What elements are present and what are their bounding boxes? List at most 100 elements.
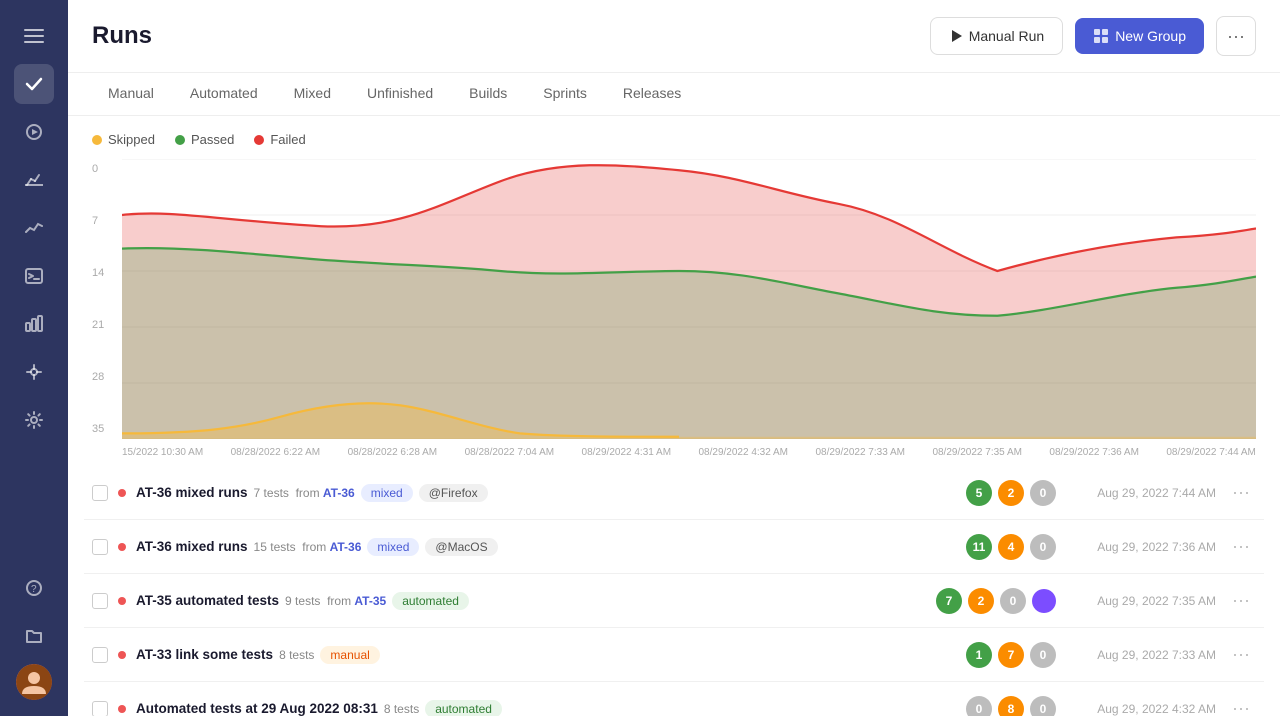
more-icon: ··· xyxy=(1227,26,1245,47)
run-more-button[interactable]: ··· xyxy=(1226,532,1256,561)
sidebar-item-settings[interactable] xyxy=(14,400,54,440)
run-info: AT-36 mixed runs 15 tests from AT-36 mix… xyxy=(136,538,956,556)
sidebar-item-trends[interactable] xyxy=(14,208,54,248)
chart-legend: Skipped Passed Failed xyxy=(92,132,1256,147)
avatar-sm xyxy=(1032,589,1056,613)
sidebar-item-terminal[interactable] xyxy=(14,256,54,296)
run-meta: 15 tests from AT-36 xyxy=(254,540,362,554)
run-tag: automated xyxy=(425,700,502,716)
sidebar-item-help[interactable]: ? xyxy=(14,568,54,608)
badge-skipped: 0 xyxy=(1030,534,1056,560)
badge-skipped: 0 xyxy=(1030,480,1056,506)
avatar[interactable] xyxy=(16,664,52,700)
run-badges: 5 2 0 xyxy=(966,480,1056,506)
badge-failed: 2 xyxy=(998,480,1024,506)
sidebar-item-analytics[interactable] xyxy=(14,160,54,200)
runs-list: AT-36 mixed runs 7 tests from AT-36 mixe… xyxy=(68,466,1280,716)
run-meta: 8 tests xyxy=(384,702,419,716)
main-content: Runs Manual Run New Group ··· Manual Aut… xyxy=(68,0,1280,716)
run-time: Aug 29, 2022 7:36 AM xyxy=(1066,540,1216,554)
run-more-button[interactable]: ··· xyxy=(1226,694,1256,716)
run-env: @MacOS xyxy=(425,538,497,556)
run-name: AT-36 mixed runs xyxy=(136,485,248,500)
new-group-button[interactable]: New Group xyxy=(1075,18,1204,54)
chart-svg xyxy=(122,159,1256,439)
page-title: Runs xyxy=(92,22,918,50)
legend-skipped: Skipped xyxy=(92,132,155,147)
run-tag: mixed xyxy=(361,484,413,502)
run-badges: 11 4 0 xyxy=(966,534,1056,560)
table-row: AT-35 automated tests 9 tests from AT-35… xyxy=(84,574,1264,628)
run-tag: manual xyxy=(320,646,379,664)
tab-mixed[interactable]: Mixed xyxy=(278,73,347,115)
run-meta: 9 tests from AT-35 xyxy=(285,594,386,608)
run-time: Aug 29, 2022 7:33 AM xyxy=(1066,648,1216,662)
run-status-dot xyxy=(118,705,126,713)
legend-dot-skipped xyxy=(92,135,102,145)
run-meta: 8 tests xyxy=(279,648,314,662)
sidebar-item-folders[interactable] xyxy=(14,616,54,656)
table-row: AT-36 mixed runs 7 tests from AT-36 mixe… xyxy=(84,466,1264,520)
badge-failed: 7 xyxy=(998,642,1024,668)
manual-run-button[interactable]: Manual Run xyxy=(930,17,1064,55)
row-checkbox[interactable] xyxy=(92,593,108,609)
row-checkbox[interactable] xyxy=(92,539,108,555)
run-status-dot xyxy=(118,543,126,551)
play-icon xyxy=(949,29,963,43)
row-checkbox[interactable] xyxy=(92,647,108,663)
badge-failed: 8 xyxy=(998,696,1024,716)
badge-passed: 7 xyxy=(936,588,962,614)
badge-skipped: 0 xyxy=(1030,642,1056,668)
run-tag: automated xyxy=(392,592,469,610)
run-info: AT-33 link some tests 8 tests manual xyxy=(136,646,956,664)
run-badges: 7 2 0 xyxy=(936,588,1056,614)
tab-sprints[interactable]: Sprints xyxy=(527,73,603,115)
run-status-dot xyxy=(118,489,126,497)
manual-run-label: Manual Run xyxy=(969,28,1045,44)
run-name: AT-33 link some tests xyxy=(136,647,273,662)
tab-releases[interactable]: Releases xyxy=(607,73,697,115)
run-meta: 7 tests from AT-36 xyxy=(254,486,355,500)
table-row: Automated tests at 29 Aug 2022 08:31 8 t… xyxy=(84,682,1264,716)
run-info: AT-35 automated tests 9 tests from AT-35… xyxy=(136,592,926,610)
sidebar-menu-icon[interactable] xyxy=(14,16,54,56)
badge-failed: 4 xyxy=(998,534,1024,560)
run-time: Aug 29, 2022 7:35 AM xyxy=(1066,594,1216,608)
sidebar-item-check[interactable] xyxy=(14,64,54,104)
badge-failed: 2 xyxy=(968,588,994,614)
badge-passed: 5 xyxy=(966,480,992,506)
y-axis: 35 28 21 14 7 0 xyxy=(92,159,110,439)
table-row: AT-36 mixed runs 15 tests from AT-36 mix… xyxy=(84,520,1264,574)
run-tag: mixed xyxy=(367,538,419,556)
run-more-button[interactable]: ··· xyxy=(1226,640,1256,669)
run-info: Automated tests at 29 Aug 2022 08:31 8 t… xyxy=(136,700,956,716)
legend-dot-failed xyxy=(254,135,264,145)
tab-manual[interactable]: Manual xyxy=(92,73,170,115)
sidebar-item-runs[interactable] xyxy=(14,112,54,152)
legend-failed: Failed xyxy=(254,132,305,147)
run-more-button[interactable]: ··· xyxy=(1226,586,1256,615)
badge-passed: 11 xyxy=(966,534,992,560)
legend-label-failed: Failed xyxy=(270,132,305,147)
grid-plus-icon xyxy=(1093,28,1109,44)
run-badges: 0 8 0 xyxy=(966,696,1056,716)
run-name: Automated tests at 29 Aug 2022 08:31 xyxy=(136,701,378,716)
header: Runs Manual Run New Group ··· xyxy=(68,0,1280,73)
legend-label-passed: Passed xyxy=(191,132,234,147)
run-more-button[interactable]: ··· xyxy=(1226,478,1256,507)
sidebar-item-charts[interactable] xyxy=(14,304,54,344)
badge-skipped: 0 xyxy=(1000,588,1026,614)
row-checkbox[interactable] xyxy=(92,485,108,501)
run-status-dot xyxy=(118,651,126,659)
tab-builds[interactable]: Builds xyxy=(453,73,523,115)
run-time: Aug 29, 2022 7:44 AM xyxy=(1066,486,1216,500)
tabs-bar: Manual Automated Mixed Unfinished Builds… xyxy=(68,73,1280,116)
svg-text:?: ? xyxy=(31,584,37,595)
tab-unfinished[interactable]: Unfinished xyxy=(351,73,449,115)
sidebar-item-integrations[interactable] xyxy=(14,352,54,392)
more-options-button[interactable]: ··· xyxy=(1216,16,1256,56)
run-name: AT-35 automated tests xyxy=(136,593,279,608)
tab-automated[interactable]: Automated xyxy=(174,73,274,115)
row-checkbox[interactable] xyxy=(92,701,108,716)
badge-passed: 0 xyxy=(966,696,992,716)
